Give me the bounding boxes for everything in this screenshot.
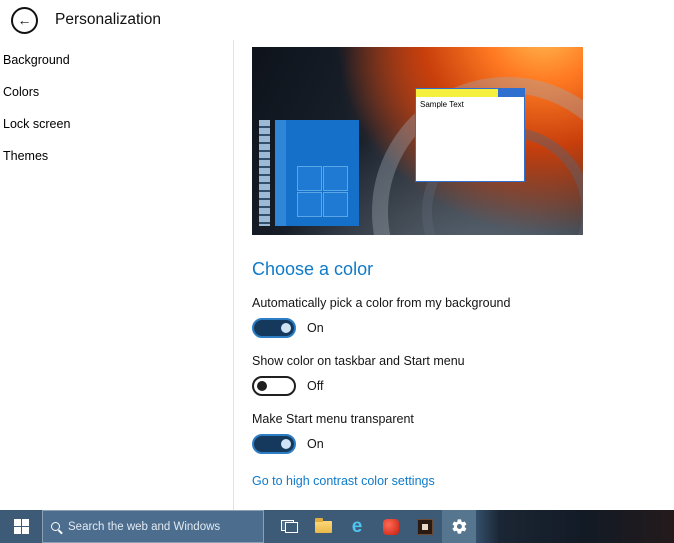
sidebar-item-label: Lock screen — [3, 117, 71, 131]
edge-browser-icon: e — [351, 516, 363, 537]
search-input[interactable] — [68, 520, 255, 533]
preview-taskbar-strip — [259, 120, 270, 226]
preview-titlebar — [416, 89, 524, 97]
preview-tile — [323, 166, 348, 191]
setting-auto-color: Automatically pick a color from my backg… — [252, 296, 674, 338]
sidebar-item-colors[interactable]: Colors — [0, 76, 233, 108]
sidebar-item-label: Themes — [3, 149, 49, 163]
setting-transparency: Make Start menu transparent On — [252, 412, 674, 454]
task-view-button[interactable] — [272, 510, 306, 543]
taskbar: e — [0, 510, 674, 543]
setting-label: Automatically pick a color from my backg… — [252, 296, 511, 310]
taskbar-empty-area — [476, 510, 674, 543]
toggle-knob — [281, 323, 291, 333]
preview-sample-text: Sample Text — [420, 100, 464, 109]
toggle-auto-color[interactable] — [252, 318, 296, 338]
sidebar-item-background[interactable]: Background — [0, 44, 233, 76]
back-arrow-icon: ← — [17, 12, 32, 28]
page-title: Personalization — [55, 11, 161, 28]
section-title: Choose a color — [252, 259, 374, 279]
task-view-icon — [280, 520, 298, 533]
red-app-icon — [383, 518, 399, 535]
toggle-knob — [281, 439, 291, 449]
toggle-show-color[interactable] — [252, 376, 296, 396]
setting-label: Make Start menu transparent — [252, 412, 414, 426]
setting-label: Show color on taskbar and Start menu — [252, 354, 465, 368]
preview-start-column — [275, 120, 286, 226]
preview-tile — [297, 192, 322, 217]
settings-gear-icon — [451, 519, 466, 534]
taskbar-icons: e — [272, 510, 476, 543]
color-preview: Sample Text — [252, 47, 583, 235]
high-contrast-link[interactable]: Go to high contrast color settings — [252, 474, 435, 488]
preview-tile — [297, 166, 322, 191]
preview-window: Sample Text — [415, 88, 525, 182]
setting-show-color: Show color on taskbar and Start menu Off — [252, 354, 674, 396]
settings-button[interactable] — [442, 510, 476, 543]
dark-app-button[interactable] — [408, 510, 442, 543]
sidebar: Background Colors Lock screen Themes — [0, 40, 233, 510]
toggle-transparency[interactable] — [252, 434, 296, 454]
magnifier-icon — [51, 522, 60, 531]
windows-logo-icon — [13, 519, 29, 534]
red-app-button[interactable] — [374, 510, 408, 543]
main-content: Sample Text Choose a color Automatically… — [234, 40, 674, 510]
sidebar-item-lock-screen[interactable]: Lock screen — [0, 108, 233, 140]
toggle-state-label: On — [307, 437, 324, 451]
toggle-state-label: Off — [307, 379, 324, 393]
back-button[interactable]: ← — [11, 6, 38, 34]
folder-icon — [314, 517, 332, 533]
dark-app-icon — [417, 518, 433, 535]
preview-tile — [323, 192, 348, 217]
toggle-knob — [257, 381, 267, 391]
settings-window: ← Personalization Background Colors Lock… — [0, 0, 674, 543]
taskbar-search[interactable] — [42, 510, 264, 543]
sidebar-item-label: Background — [3, 53, 70, 67]
edge-button[interactable]: e — [340, 510, 374, 543]
preview-start-menu — [275, 120, 359, 226]
sidebar-item-label: Colors — [3, 85, 40, 99]
sidebar-item-themes[interactable]: Themes — [0, 140, 233, 172]
toggle-state-label: On — [307, 321, 324, 335]
header: ← Personalization — [0, 0, 674, 40]
start-button[interactable] — [0, 510, 42, 543]
file-explorer-button[interactable] — [306, 510, 340, 543]
